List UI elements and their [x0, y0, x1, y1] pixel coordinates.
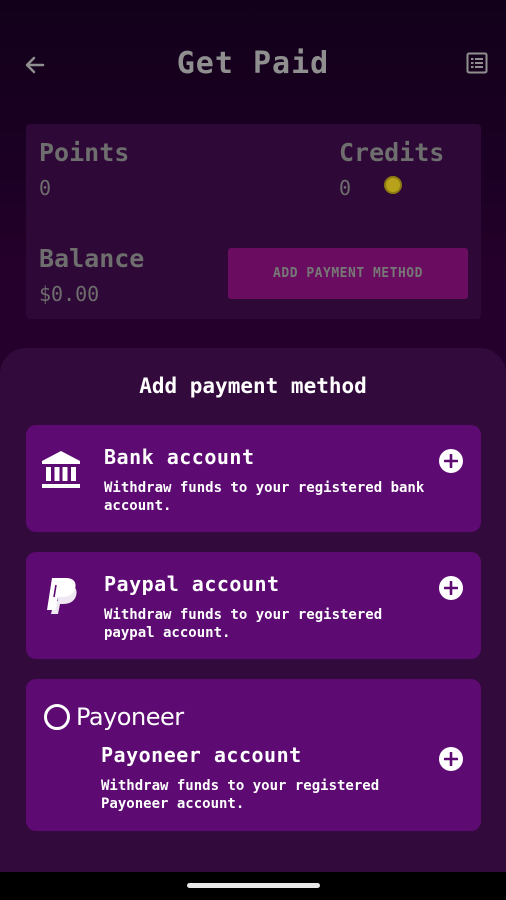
points-label: Points	[39, 138, 130, 167]
payoneer-account-desc: Withdraw funds to your registered Payone…	[101, 778, 380, 812]
navigation-bar	[0, 872, 506, 900]
payoneer-logo: Payoneer	[44, 703, 184, 731]
paypal-account-title: Paypal account	[104, 572, 280, 596]
list-icon	[466, 52, 488, 74]
status-bar	[0, 0, 506, 30]
payment-method-sheet: Add payment method Bank account Withdraw…	[0, 348, 506, 878]
points-value: 0	[39, 176, 52, 200]
page-title: Get Paid	[176, 46, 330, 81]
plus-icon	[444, 581, 458, 595]
paypal-icon	[47, 578, 77, 614]
paypal-account-desc: Withdraw funds to your registered paypal…	[104, 607, 383, 641]
coin-icon	[384, 176, 402, 194]
paypal-account-option[interactable]: Paypal account Withdraw funds to your re…	[26, 552, 481, 659]
add-bank-button[interactable]	[439, 449, 463, 473]
home-indicator[interactable]	[187, 883, 320, 888]
app-screen: Get Paid Points 0 Credits 0 Balance $0.0…	[0, 0, 506, 900]
add-payoneer-button[interactable]	[439, 747, 463, 771]
payoneer-account-title: Payoneer account	[101, 743, 302, 767]
balance-value: $0.00	[39, 282, 100, 306]
payoneer-ring-icon	[44, 704, 70, 730]
bank-icon	[42, 451, 80, 488]
bank-account-desc: Withdraw funds to your registered bank a…	[104, 480, 425, 514]
add-payment-method-button[interactable]: ADD PAYMENT METHOD	[228, 248, 468, 299]
payoneer-account-option[interactable]: Payoneer Payoneer account Withdraw funds…	[26, 679, 481, 831]
plus-icon	[444, 752, 458, 766]
payoneer-logo-text: Payoneer	[76, 703, 184, 731]
credits-value: 0	[339, 176, 352, 200]
header: Get Paid	[0, 40, 506, 90]
history-button[interactable]	[464, 50, 490, 76]
summary-card: Points 0 Credits 0 Balance $0.00 ADD PAY…	[26, 124, 481, 319]
bank-account-title: Bank account	[104, 445, 255, 469]
bank-account-option[interactable]: Bank account Withdraw funds to your regi…	[26, 425, 481, 532]
add-paypal-button[interactable]	[439, 576, 463, 600]
plus-icon	[444, 454, 458, 468]
credits-label: Credits	[339, 138, 445, 167]
balance-label: Balance	[39, 244, 145, 273]
sheet-title: Add payment method	[139, 374, 367, 398]
